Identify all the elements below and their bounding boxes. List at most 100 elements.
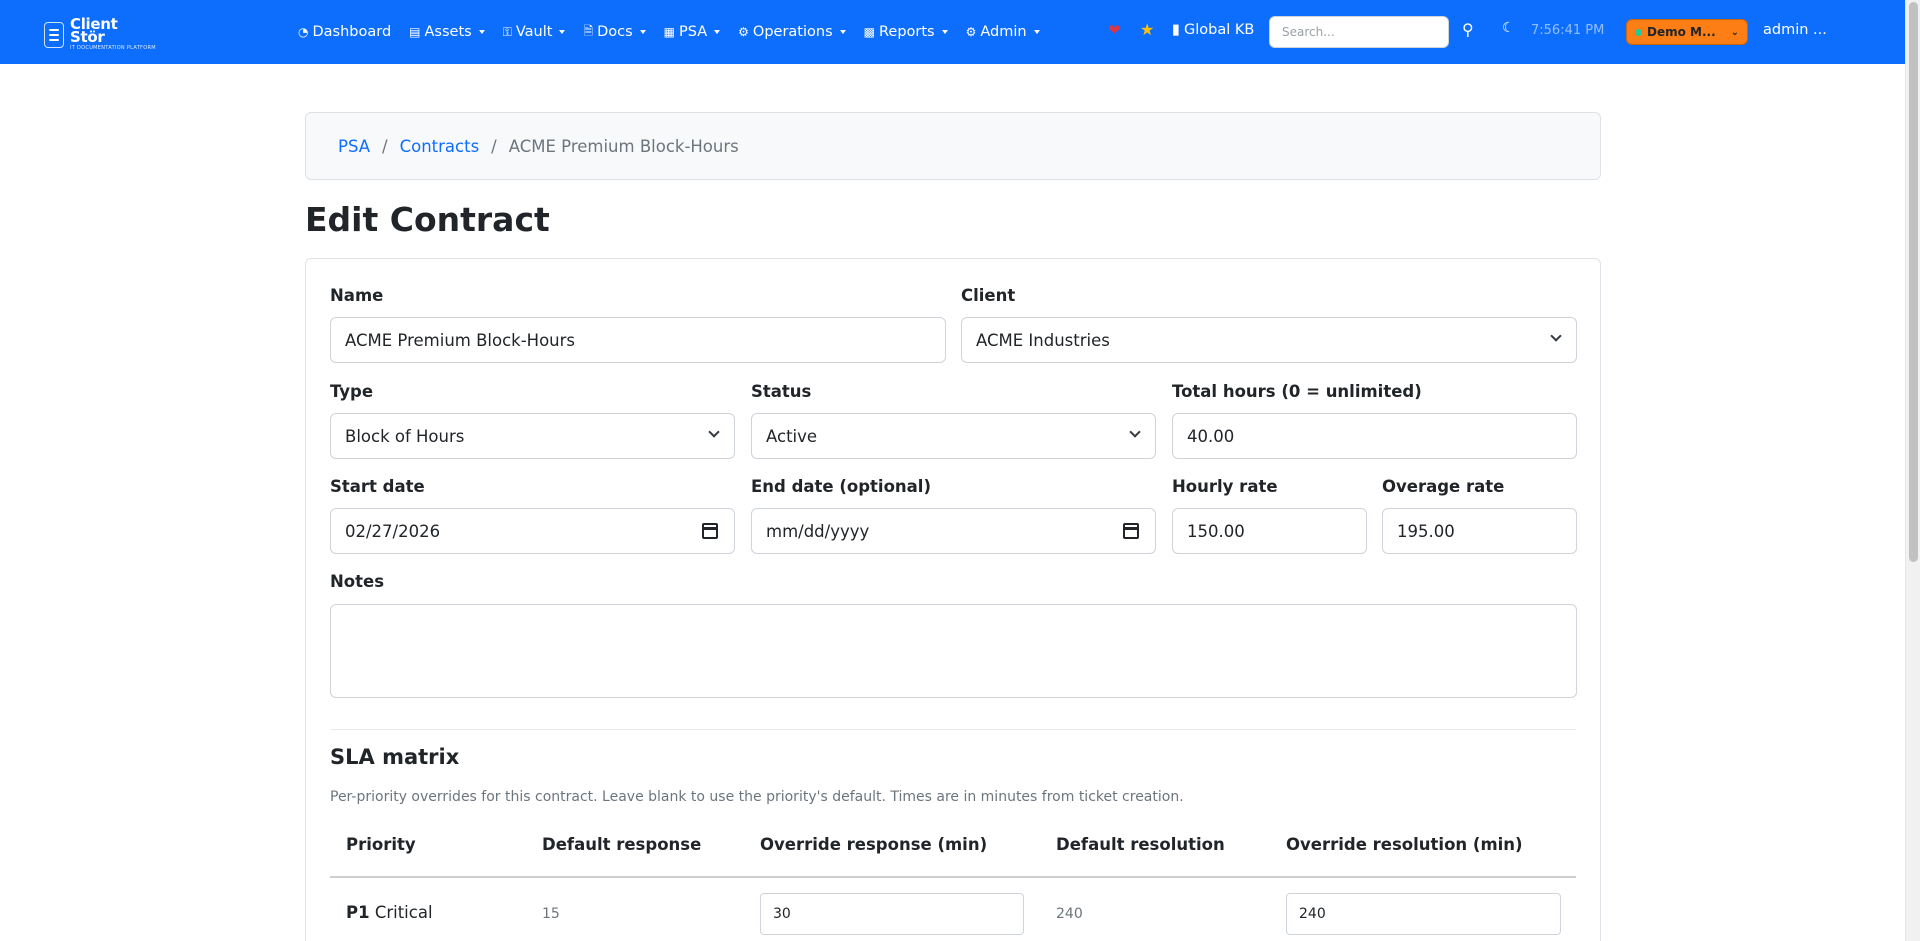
- nav-vault-label: Vault: [515, 24, 553, 40]
- hourly-rate-label: Hourly rate: [1172, 477, 1278, 496]
- calendar-icon[interactable]: [702, 523, 718, 539]
- breadcrumb-separator: /: [491, 136, 497, 156]
- nav-dashboard[interactable]: ◔ Dashboard: [289, 24, 400, 40]
- dashboard-icon: ◔: [298, 25, 309, 39]
- book-icon: ▮: [1172, 22, 1180, 38]
- sla-description: Per-priority overrides for this contract…: [330, 789, 1184, 805]
- key-icon: ⚿: [502, 24, 512, 39]
- chevron-down-icon: [559, 30, 566, 34]
- chevron-down-icon: ⌄: [1730, 26, 1739, 38]
- breadcrumb-current: ACME Premium Block-Hours: [508, 136, 739, 156]
- chevron-down-icon: [714, 30, 721, 34]
- status-value: Active: [766, 426, 818, 446]
- file-icon: 🗎: [583, 23, 594, 38]
- client-select[interactable]: ACME Industries: [961, 317, 1577, 363]
- notes-label: Notes: [330, 572, 385, 591]
- nav-assets-label: Assets: [424, 24, 472, 40]
- hourly-rate-value: 150.00: [1187, 521, 1245, 541]
- search-input[interactable]: [1269, 16, 1449, 48]
- priority-code: P1: [346, 903, 370, 922]
- main-nav: ◔ Dashboard ▤ Assets ⚿ Vault 🗎 Docs ▦ PS…: [289, 0, 1049, 64]
- page-title: Edit Contract: [305, 200, 550, 239]
- page-scrollbar[interactable]: [1905, 0, 1920, 941]
- nav-docs[interactable]: 🗎 Docs: [574, 22, 654, 43]
- contract-form: Name ACME Premium Block-Hours Client ACM…: [305, 258, 1601, 941]
- overage-rate-value: 195.00: [1397, 521, 1455, 541]
- default-response-cell: 15: [542, 906, 560, 922]
- col-priority: Priority: [346, 835, 416, 854]
- chevron-down-icon: [839, 30, 846, 34]
- nav-assets[interactable]: ▤ Assets: [400, 24, 494, 40]
- total-hours-label: Total hours (0 = unlimited): [1172, 382, 1422, 401]
- server-icon: [44, 21, 64, 48]
- nav-psa-label: PSA: [679, 24, 708, 40]
- type-select[interactable]: Block of Hours: [330, 413, 735, 459]
- client-value: ACME Industries: [976, 330, 1110, 350]
- status-label: Status: [751, 382, 812, 401]
- breadcrumb-separator: /: [382, 136, 388, 156]
- overage-rate-label: Overage rate: [1382, 477, 1505, 496]
- name-field[interactable]: ACME Premium Block-Hours: [330, 317, 946, 363]
- type-label: Type: [330, 382, 374, 401]
- end-date-value: mm/dd/yyyy: [766, 521, 870, 541]
- status-select[interactable]: Active: [751, 413, 1156, 459]
- hourly-rate-field[interactable]: 150.00: [1172, 508, 1367, 554]
- priority-cell: P1 Critical: [346, 903, 433, 922]
- calendar-icon[interactable]: [1123, 523, 1139, 539]
- user-menu[interactable]: admin ...: [1763, 22, 1827, 38]
- nav-admin[interactable]: ⚙ Admin: [957, 24, 1049, 40]
- chevron-down-icon: [478, 30, 485, 34]
- search-icon[interactable]: ⚲: [1462, 20, 1474, 39]
- nav-operations-label: Operations: [752, 24, 833, 40]
- table-header-line: [330, 876, 1576, 878]
- global-kb-link[interactable]: ▮ Global KB: [1172, 22, 1254, 38]
- assets-icon: ▤: [409, 25, 421, 39]
- total-hours-value: 40.00: [1187, 426, 1235, 446]
- end-date-field[interactable]: mm/dd/yyyy: [751, 508, 1156, 554]
- heart-icon[interactable]: ❤: [1108, 21, 1121, 39]
- start-date-field[interactable]: 02/27/2026: [330, 508, 735, 554]
- col-default-resolution: Default resolution: [1056, 835, 1225, 854]
- default-resolution-cell: 240: [1056, 906, 1083, 922]
- nav-dashboard-label: Dashboard: [312, 24, 392, 40]
- scrollbar-thumb[interactable]: [1909, 2, 1918, 562]
- brand-tagline: IT DOCUMENTATION PLATFORM: [70, 45, 156, 51]
- demo-mode-button[interactable]: Demo M... ⌄: [1626, 19, 1748, 45]
- override-resolution-input[interactable]: 240: [1286, 893, 1561, 935]
- overage-rate-field[interactable]: 195.00: [1382, 508, 1577, 554]
- star-icon[interactable]: ★: [1140, 20, 1154, 39]
- col-default-response: Default response: [542, 835, 702, 854]
- override-response-input[interactable]: 30: [760, 893, 1024, 935]
- global-kb-label: Global KB: [1183, 22, 1255, 38]
- gears-icon: ⚙: [738, 25, 749, 39]
- total-hours-field[interactable]: 40.00: [1172, 413, 1577, 459]
- priority-name: Critical: [374, 903, 433, 922]
- gear-icon: ⚙: [965, 25, 977, 39]
- nav-psa[interactable]: ▦ PSA: [655, 24, 729, 40]
- brand-logo[interactable]: Client Stör IT DOCUMENTATION PLATFORM: [44, 17, 156, 51]
- nav-vault[interactable]: ⚿ Vault: [494, 24, 575, 40]
- nav-docs-label: Docs: [597, 24, 633, 40]
- sla-section-title: SLA matrix: [330, 745, 460, 769]
- type-value: Block of Hours: [345, 426, 465, 446]
- status-dot-icon: [1635, 28, 1642, 36]
- nav-reports[interactable]: ▩ Reports: [855, 24, 957, 40]
- section-divider: [330, 729, 1576, 730]
- override-response-value: 30: [773, 906, 791, 922]
- breadcrumb-psa[interactable]: PSA: [338, 137, 370, 156]
- chevron-down-icon: [639, 30, 646, 34]
- chart-icon: ▩: [863, 25, 875, 39]
- name-value: ACME Premium Block-Hours: [345, 330, 576, 350]
- nav-admin-label: Admin: [980, 24, 1027, 40]
- start-date-label: Start date: [330, 477, 425, 496]
- breadcrumb-contracts[interactable]: Contracts: [400, 137, 480, 156]
- end-date-label: End date (optional): [751, 477, 931, 496]
- client-label: Client: [961, 286, 1016, 305]
- notes-textarea[interactable]: [330, 604, 1577, 698]
- top-navbar: Client Stör IT DOCUMENTATION PLATFORM ◔ …: [0, 0, 1905, 64]
- chevron-down-icon: [1129, 426, 1141, 438]
- col-override-response: Override response (min): [760, 835, 988, 854]
- moon-icon[interactable]: ☾: [1502, 20, 1515, 36]
- chevron-down-icon: [1033, 30, 1040, 34]
- nav-operations[interactable]: ⚙ Operations: [729, 24, 854, 40]
